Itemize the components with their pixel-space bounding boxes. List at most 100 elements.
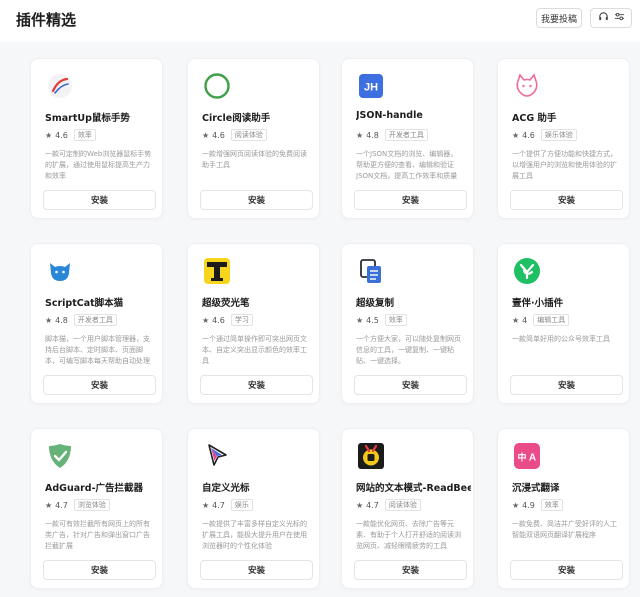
plugin-name: Circle阅读助手 [202, 113, 271, 124]
star-icon: ★ [202, 315, 210, 325]
plugin-card[interactable]: 超级荧光笔 ★ 4.6 学习 一个通过简单操作即可突出网页文本、自定义突出显示颜… [187, 243, 320, 404]
plugin-tag: 编辑工具 [533, 314, 570, 326]
plugin-rating: 4.5 [366, 315, 379, 325]
plugin-name: ScriptCat脚本猫 [45, 298, 124, 309]
install-button[interactable]: 安装 [200, 375, 313, 395]
plugin-card[interactable]: 自定义光标 ★ 4.7 娱乐 一款提供了丰富多样自定义光标的扩展工具，能极大提升… [187, 428, 320, 589]
circle-reader-icon [202, 71, 232, 101]
install-button[interactable]: 安装 [510, 190, 623, 210]
plugin-meta: ★ 4.6 学习 [202, 314, 253, 326]
plugin-rating: 4.9 [522, 500, 535, 510]
star-icon: ★ [356, 130, 364, 140]
smartup-gesture-icon [45, 71, 75, 101]
plugin-card[interactable]: ACG 助手 ★ 4.6 娱乐体验 一个提供了方便功能和快捷方式，以增强用户的浏… [497, 58, 630, 219]
super-copy-icon [356, 256, 386, 286]
acg-cat-icon [512, 71, 542, 101]
plugin-description: 一个方便大家，可以随处复制网页信息的工具，一键复制、一键粘贴、一键选择。 [356, 335, 461, 365]
svg-text:中: 中 [517, 452, 526, 464]
plugin-rating: 4.7 [366, 500, 379, 510]
install-button[interactable]: 安装 [510, 560, 623, 580]
install-button[interactable]: 安装 [43, 190, 156, 210]
install-button[interactable]: 安装 [43, 560, 156, 580]
plugin-name: 壹伴·小插件 [512, 298, 564, 309]
plugin-description: 一款能优化网页、去除广告等元素、有助于个人打开舒适的阅读浏览网页、减轻眼睛疲劳的… [356, 520, 461, 550]
adguard-shield-icon [45, 441, 75, 471]
install-button[interactable]: 安装 [200, 560, 313, 580]
plugin-card[interactable]: JH JSON-handle ★ 4.8 开发者工具 一个JSON文档的浏览、编… [341, 58, 474, 219]
plugin-card[interactable]: 网站的文本模式-ReadBee ★ 4.7 阅读体验 一款能优化网页、去除广告等… [341, 428, 474, 589]
plugin-meta: ★ 4.7 阅读体验 [356, 499, 421, 511]
plugin-meta: ★ 4.6 娱乐体验 [512, 129, 577, 141]
plugin-rating: 4.6 [522, 130, 535, 140]
plugin-description: 一款可有效拦截所有网页上的所有类广告，针对广告和弹出窗口广告拦截扩展 [45, 520, 150, 550]
plugin-meta: ★ 4.7 娱乐 [202, 499, 253, 511]
install-button[interactable]: 安装 [510, 375, 623, 395]
install-button[interactable]: 安装 [43, 375, 156, 395]
plugin-meta: ★ 4 编辑工具 [512, 314, 570, 326]
plugin-card[interactable]: SmartUp鼠标手势 ★ 4.6 效率 一款可定制的Web浏览器鼠标手势的扩展… [30, 58, 163, 219]
plugin-description: 一个JSON文档的浏览、编辑器，帮助更方便的查看、编辑和验证JSON文档，提高工… [356, 150, 458, 180]
plugin-meta: ★ 4.9 效率 [512, 499, 563, 511]
star-icon: ★ [202, 500, 210, 510]
submit-plugin-button[interactable]: 我要投稿 [536, 8, 582, 28]
plugin-tag: 阅读体验 [230, 129, 267, 141]
plugin-rating: 4.6 [212, 130, 225, 140]
plugin-name: JSON-handle [356, 110, 423, 121]
yiban-icon [512, 256, 542, 286]
plugin-tag: 学习 [230, 314, 253, 326]
json-handle-icon: JH [356, 71, 386, 101]
highlighter-icon [202, 256, 232, 286]
plugin-card[interactable]: ScriptCat脚本猫 ★ 4.8 开发者工具 脚本猫，一个用户脚本管理器，支… [30, 243, 163, 404]
plugin-name: 超级复制 [356, 298, 395, 309]
star-icon: ★ [356, 315, 364, 325]
star-icon: ★ [512, 130, 520, 140]
immersive-translate-icon: 中A [512, 441, 542, 471]
headset-icon[interactable] [598, 11, 609, 25]
plugin-card[interactable]: 中A 沉浸式翻译 ★ 4.9 效率 一款免费、简洁并广受好评的人工智能双语网页翻… [497, 428, 630, 589]
plugin-tag: 浏览体验 [73, 499, 110, 511]
plugin-meta: ★ 4.6 阅读体验 [202, 129, 267, 141]
plugin-rating: 4.7 [55, 500, 68, 510]
custom-cursor-icon [202, 441, 232, 471]
plugin-meta: ★ 4.8 开发者工具 [45, 314, 117, 326]
plugin-tag: 娱乐体验 [540, 129, 577, 141]
install-button[interactable]: 安装 [354, 560, 467, 580]
plugin-name: 网站的文本模式-ReadBee [356, 483, 471, 494]
plugin-card[interactable]: AdGuard-广告拦截器 ★ 4.7 浏览体验 一款可有效拦截所有网页上的所有… [30, 428, 163, 589]
plugin-meta: ★ 4.6 效率 [45, 129, 96, 141]
scriptcat-icon [45, 256, 75, 286]
plugin-description: 一个通过简单操作即可突出网页文本、自定义突出显示颜色的效率工具 [202, 335, 307, 365]
star-icon: ★ [202, 130, 210, 140]
star-icon: ★ [512, 500, 520, 510]
settings-sliders-icon[interactable] [614, 11, 625, 25]
plugin-tag: 阅读体验 [384, 499, 421, 511]
plugin-rating: 4.8 [366, 130, 379, 140]
plugin-rating: 4.8 [55, 315, 68, 325]
plugin-rating: 4.6 [212, 315, 225, 325]
plugin-description: 一款免费、简洁并广受好评的人工智能双语网页翻译扩展程序 [512, 520, 617, 539]
plugin-card[interactable]: 超级复制 ★ 4.5 效率 一个方便大家，可以随处复制网页信息的工具，一键复制、… [341, 243, 474, 404]
star-icon: ★ [512, 315, 520, 325]
plugin-tag: 效率 [73, 129, 96, 141]
plugin-name: 超级荧光笔 [202, 298, 250, 309]
plugin-card[interactable]: Circle阅读助手 ★ 4.6 阅读体验 一款增强网页阅读体验的免费阅读助手工… [187, 58, 320, 219]
page-title: 插件精选 [16, 11, 77, 29]
svg-text:JH: JH [364, 82, 378, 94]
plugin-tag: 效率 [540, 499, 563, 511]
star-icon: ★ [45, 500, 53, 510]
readbee-icon [356, 441, 386, 471]
plugin-tag: 开发者工具 [73, 314, 117, 326]
plugin-name: SmartUp鼠标手势 [45, 113, 130, 124]
install-button[interactable]: 安装 [200, 190, 313, 210]
plugin-tag: 娱乐 [230, 499, 253, 511]
star-icon: ★ [356, 500, 364, 510]
plugin-description: 一个提供了方便功能和快捷方式，以增强用户的浏览和使用体验的扩展工具 [512, 150, 617, 180]
plugin-description: 脚本猫，一个用户脚本管理器，支持后台脚本、定时脚本、页面脚本，可编写脚本每天帮助… [45, 335, 150, 365]
plugin-description: 一款简单好用的公众号效率工具 [512, 335, 610, 343]
plugin-card[interactable]: 壹伴·小插件 ★ 4 编辑工具 一款简单好用的公众号效率工具 安装 [497, 243, 630, 404]
plugin-name: AdGuard-广告拦截器 [45, 483, 144, 494]
install-button[interactable]: 安装 [354, 190, 467, 210]
install-button[interactable]: 安装 [354, 375, 467, 395]
plugin-description: 一款提供了丰富多样自定义光标的扩展工具，能极大提升用户在使用浏览器时的个性化体验 [202, 520, 307, 550]
plugin-description: 一款增强网页阅读体验的免费阅读助手工具 [202, 150, 307, 169]
